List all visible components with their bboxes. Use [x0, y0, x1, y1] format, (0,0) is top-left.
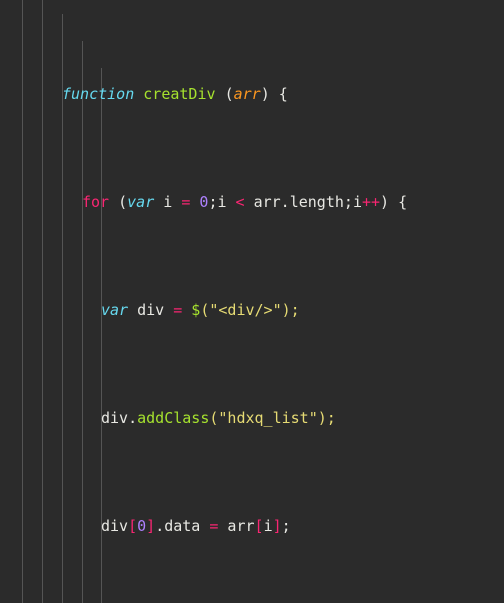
token-string: "hdxq_list" [218, 409, 318, 427]
token-paren-close: ) [380, 193, 390, 211]
token-number-zero: 0 [137, 517, 147, 535]
token-keyword-var: var [101, 301, 129, 319]
token-semicolon: ; [290, 301, 300, 319]
token-var-i: i [154, 193, 182, 211]
token-paren-close: ) [281, 301, 291, 319]
code-line-4[interactable]: div.addClass("hdxq_list"); [0, 405, 504, 432]
token-keyword-function: function [62, 85, 135, 103]
token-semicolon: ; [343, 193, 353, 211]
token-parameter-arr: arr [233, 85, 261, 103]
token-keyword-var: var [127, 193, 155, 211]
token-object-div: div [101, 517, 129, 535]
code-content[interactable]: function creatDiv (arr) { for (var i = 0… [0, 0, 504, 603]
token-brace-open: { [269, 85, 288, 103]
token-paren-close: ) [260, 85, 270, 103]
code-editor-pane[interactable]: function creatDiv (arr) { for (var i = 0… [0, 0, 504, 603]
token-paren-open: ( [224, 85, 234, 103]
token-identifier-arr: arr [218, 517, 255, 535]
token-method-addclass: addClass [137, 409, 210, 427]
token-identifier-div: div [128, 301, 174, 319]
code-line-5[interactable]: div[0].data = arr[i]; [0, 513, 504, 540]
token-brace-open: { [389, 193, 408, 211]
token-operator-increment: ++ [361, 193, 381, 211]
token-bracket-open: [ [128, 517, 138, 535]
token-var-i-compare: i [217, 193, 236, 211]
token-object-div: div. [101, 409, 138, 427]
token-paren-open: ( [109, 193, 128, 211]
token-function-name: creatDiv [143, 85, 216, 103]
token-var-i-inc: i [352, 193, 362, 211]
token-operator-assign: = [173, 301, 183, 319]
token-paren-close: ) [317, 409, 327, 427]
token-bracket-close: ] [272, 517, 282, 535]
token-bracket-open: [ [254, 517, 264, 535]
token-bracket-close: ] [146, 517, 156, 535]
token-index-i: i [263, 517, 273, 535]
token-arr-length: arr.length [244, 193, 344, 211]
token-number-zero: 0 [190, 193, 209, 211]
token-keyword-for: for [82, 193, 110, 211]
code-line-1[interactable]: function creatDiv (arr) { [0, 81, 504, 108]
token-operator-lessthan: < [235, 193, 245, 211]
code-line-3[interactable]: var div = $("<div/>"); [0, 297, 504, 324]
token-semicolon: ; [281, 517, 291, 535]
token-string: "<div/>" [209, 301, 282, 319]
token-jquery-dollar: $ [182, 301, 201, 319]
token-semicolon: ; [326, 409, 336, 427]
token-property-data: .data [155, 517, 210, 535]
code-line-2[interactable]: for (var i = 0;i < arr.length;i++) { [0, 189, 504, 216]
